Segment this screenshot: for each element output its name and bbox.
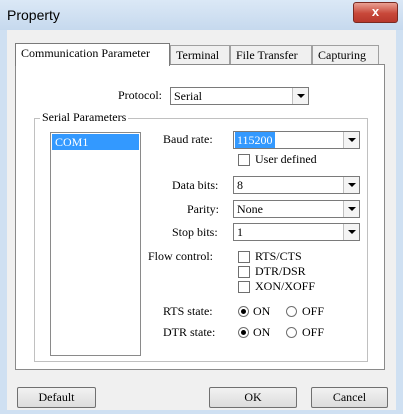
protocol-label: Protocol: xyxy=(118,88,162,102)
stop-bits-select[interactable]: 1 xyxy=(233,223,360,241)
dtr-dsr-label: DTR/DSR xyxy=(255,264,306,278)
data-bits-value: 8 xyxy=(237,178,243,192)
chevron-down-icon[interactable] xyxy=(343,132,359,148)
ok-button[interactable]: OK xyxy=(209,387,297,408)
rts-off-radio[interactable] xyxy=(286,306,297,317)
data-bits-select[interactable]: 8 xyxy=(233,176,360,194)
tab-communication-parameter[interactable]: Communication Parameter xyxy=(15,43,170,66)
default-button[interactable]: Default xyxy=(17,387,96,408)
chevron-down-icon[interactable] xyxy=(292,88,308,104)
parity-label: Parity: xyxy=(187,202,219,216)
tab-file-transfer[interactable]: File Transfer xyxy=(230,45,312,65)
xon-xoff-checkbox[interactable] xyxy=(238,281,250,293)
baud-rate-label: Baud rate: xyxy=(163,132,213,146)
property-dialog: Property x Communication Parameter Termi… xyxy=(0,0,403,414)
parity-value: None xyxy=(237,202,263,216)
rts-off-label: OFF xyxy=(302,304,325,318)
cancel-button[interactable]: Cancel xyxy=(311,387,388,408)
window-title: Property xyxy=(7,7,60,23)
baud-rate-select[interactable]: 115200 xyxy=(233,131,360,149)
user-defined-checkbox[interactable] xyxy=(238,154,250,166)
baud-rate-value: 115200 xyxy=(235,132,275,148)
dtr-off-radio[interactable] xyxy=(286,327,297,338)
rts-cts-checkbox[interactable] xyxy=(238,251,250,263)
chevron-down-icon[interactable] xyxy=(343,224,359,240)
close-icon: x xyxy=(371,4,380,19)
dtr-on-radio[interactable] xyxy=(238,327,249,338)
rts-on-radio[interactable] xyxy=(238,306,249,317)
dtr-off-label: OFF xyxy=(302,325,325,339)
stop-bits-value: 1 xyxy=(237,225,243,239)
tab-capturing[interactable]: Capturing xyxy=(312,45,379,65)
close-button[interactable]: x xyxy=(353,2,398,23)
list-item[interactable]: COM1 xyxy=(52,134,139,150)
dtr-on-label: ON xyxy=(253,325,271,339)
port-listbox[interactable]: COM1 xyxy=(50,132,141,356)
tab-terminal[interactable]: Terminal xyxy=(170,45,230,65)
rts-cts-label: RTS/CTS xyxy=(255,249,302,263)
rts-on-label: ON xyxy=(253,304,271,318)
stop-bits-label: Stop bits: xyxy=(172,225,218,239)
dtr-state-label: DTR state: xyxy=(163,325,216,339)
chevron-down-icon[interactable] xyxy=(343,177,359,193)
protocol-value: Serial xyxy=(174,89,202,103)
data-bits-label: Data bits: xyxy=(172,178,219,192)
parity-select[interactable]: None xyxy=(233,200,360,218)
user-defined-label: User defined xyxy=(255,152,317,166)
xon-xoff-label: XON/XOFF xyxy=(255,279,316,293)
serial-parameters-label: Serial Parameters xyxy=(40,110,129,125)
protocol-select[interactable]: Serial xyxy=(170,87,309,105)
dtr-dsr-checkbox[interactable] xyxy=(238,266,250,278)
chevron-down-icon[interactable] xyxy=(343,201,359,217)
flow-control-label: Flow control: xyxy=(148,249,213,263)
rts-state-label: RTS state: xyxy=(163,304,213,318)
title-bar[interactable]: Property x xyxy=(0,0,403,30)
